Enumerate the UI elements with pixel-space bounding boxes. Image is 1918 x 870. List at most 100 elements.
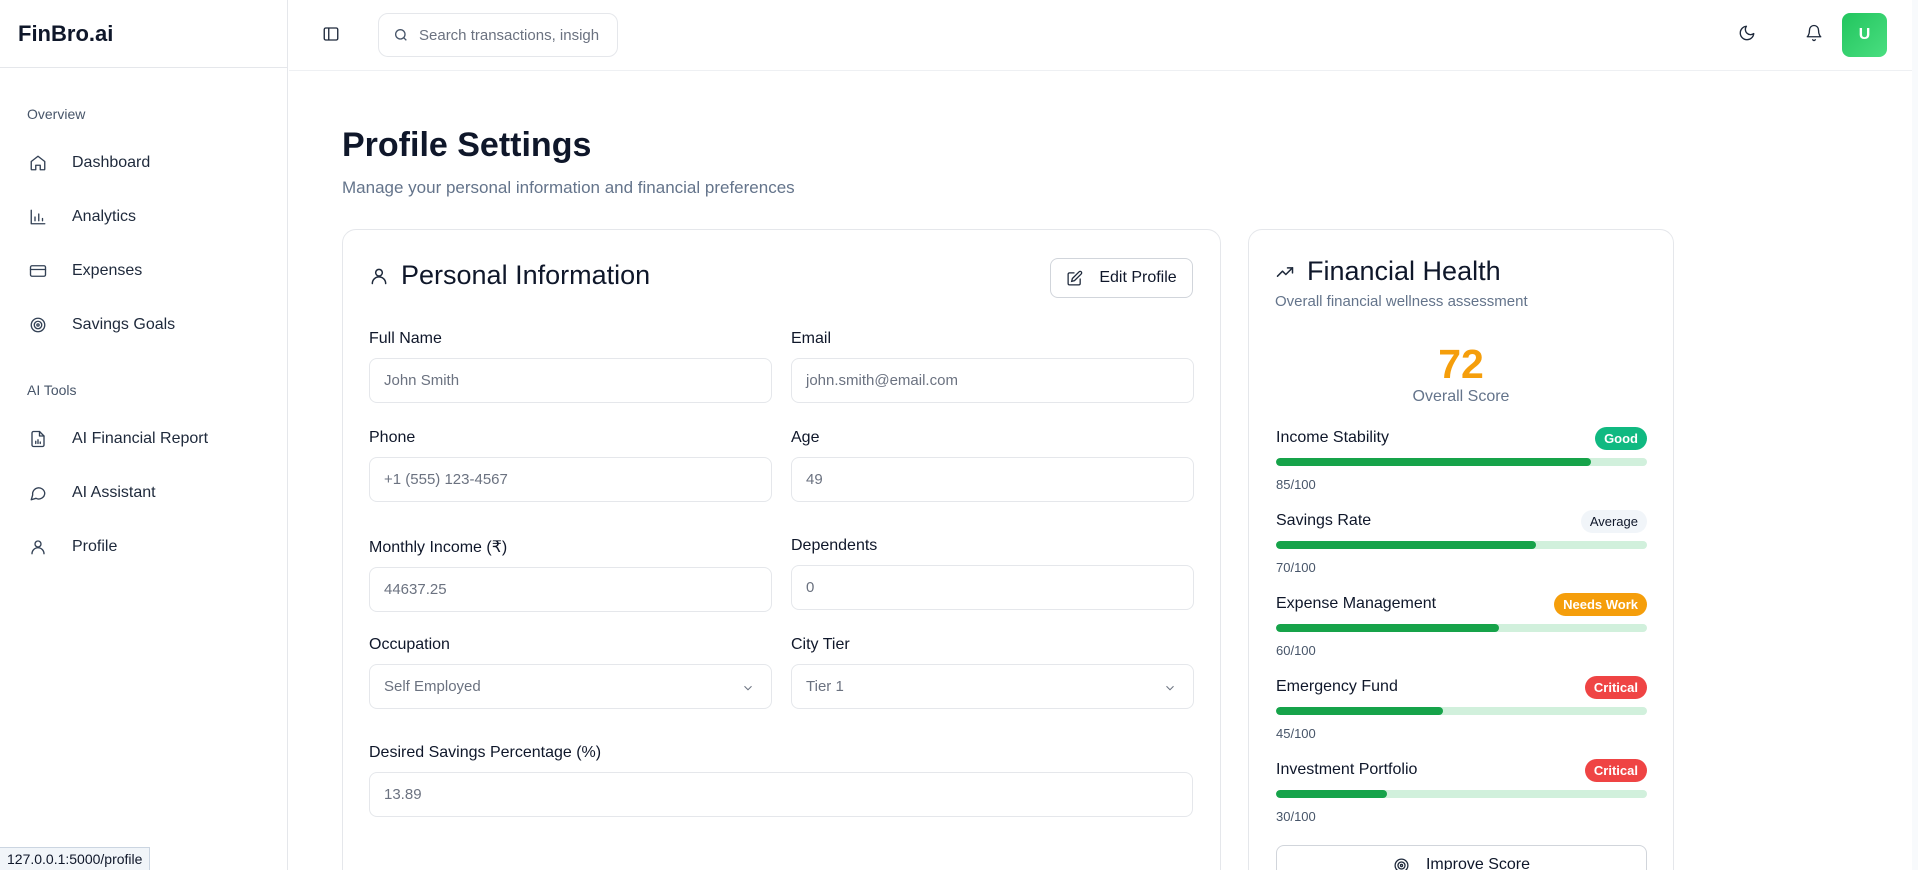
email-field: Email john.smith@email.com [791, 330, 1194, 403]
sidebar-item-label: Dashboard [72, 154, 151, 171]
progress-bar [1276, 541, 1647, 549]
file-chart-icon [28, 429, 48, 449]
metric-name: Income Stability [1276, 429, 1389, 446]
full-name-field: Full Name John Smith [369, 330, 772, 403]
credit-card-icon [28, 261, 48, 281]
progress-bar [1276, 790, 1647, 798]
chevron-down-icon [744, 685, 752, 691]
sidebar-item-savings-goals[interactable]: Savings Goals [0, 298, 287, 352]
occupation-value: Self Employed [384, 678, 481, 695]
status-badge: Good [1595, 426, 1647, 450]
metric-name: Savings Rate [1276, 512, 1372, 529]
dependents-field: Dependents 0 [791, 537, 1194, 610]
edit-profile-button[interactable]: Edit Profile [1050, 258, 1193, 298]
sidebar-item-ai-assistant[interactable]: AI Assistant [0, 466, 287, 520]
sidebar-item-expenses[interactable]: Expenses [0, 244, 287, 298]
user-icon [371, 268, 387, 284]
metric-income-stability: Income Stability Good 85/100 [1276, 426, 1647, 492]
age-field: Age 49 [791, 429, 1194, 502]
status-bar-url: 127.0.0.1:5000/profile [0, 847, 151, 870]
city-tier-label: City Tier [791, 636, 850, 653]
email-input[interactable]: john.smith@email.com [791, 358, 1194, 403]
phone-label: Phone [369, 429, 416, 446]
progress-fill [1276, 624, 1499, 632]
card-title: Personal Information [401, 260, 651, 290]
sidebar-item-label: Profile [72, 538, 118, 555]
city-tier-select[interactable]: Tier 1 [791, 664, 1194, 709]
age-label: Age [791, 429, 820, 446]
status-badge: Critical [1584, 675, 1647, 699]
progress-fill [1276, 541, 1536, 549]
edit-icon [1067, 270, 1083, 286]
sidebar-item-dashboard[interactable]: Dashboard [0, 136, 287, 190]
metric-value: 60/100 [1276, 643, 1316, 658]
moon-icon[interactable] [1738, 24, 1760, 46]
top-header: U [289, 0, 1918, 71]
progress-fill [1276, 458, 1592, 466]
sidebar: FinBro.ai Overview Dashboard Analytics E… [0, 0, 288, 870]
metric-name: Investment Portfolio [1276, 761, 1418, 778]
sidebar-item-profile[interactable]: Profile [0, 520, 287, 574]
sidebar-item-label: Expenses [72, 262, 143, 279]
progress-fill [1276, 707, 1443, 715]
search-icon [395, 29, 407, 41]
status-badge: Needs Work [1554, 592, 1647, 616]
overall-score-label: Overall Score [1412, 388, 1510, 405]
financial-health-heading: Financial Health [1275, 256, 1501, 287]
target-icon [1394, 857, 1409, 870]
nav-section-ai-tools: AI Tools [27, 382, 77, 398]
metric-investment-portfolio: Investment Portfolio Critical 30/100 [1276, 758, 1647, 824]
financial-health-card: Financial Health Overall financial welln… [1248, 229, 1674, 870]
target-icon [28, 315, 48, 335]
avatar[interactable]: U [1842, 13, 1887, 57]
sidebar-item-ai-financial-report[interactable]: AI Financial Report [0, 412, 287, 466]
metric-value: 85/100 [1276, 477, 1316, 492]
progress-bar [1276, 624, 1647, 632]
city-tier-field: City Tier Tier 1 [791, 636, 1194, 709]
trending-up-icon [1276, 266, 1294, 277]
age-input[interactable]: 49 [791, 457, 1194, 502]
metric-name: Expense Management [1276, 595, 1437, 612]
email-label: Email [791, 330, 832, 347]
status-badge: Critical [1584, 758, 1647, 782]
chat-bubble-icon [28, 483, 48, 503]
search-input[interactable] [419, 26, 599, 44]
bell-icon[interactable] [1805, 24, 1827, 46]
metric-expense-management: Expense Management Needs Work 60/100 [1276, 592, 1647, 658]
progress-fill [1276, 790, 1388, 798]
sidebar-toggle-icon[interactable] [322, 25, 342, 45]
home-icon [28, 153, 48, 173]
edit-profile-label: Edit Profile [1099, 269, 1177, 286]
sidebar-item-analytics[interactable]: Analytics [0, 190, 287, 244]
nav-section-overview: Overview [27, 106, 86, 122]
page-subtitle: Manage your personal information and fin… [342, 178, 795, 197]
sidebar-item-label: AI Financial Report [72, 430, 209, 447]
user-icon [28, 537, 48, 557]
personal-information-heading: Personal Information [369, 260, 650, 291]
search-box[interactable] [378, 13, 618, 57]
progress-bar [1276, 707, 1647, 715]
improve-score-button[interactable]: Improve Score [1276, 845, 1647, 870]
occupation-select[interactable]: Self Employed [369, 664, 772, 709]
page-scrollbar[interactable] [1912, 0, 1918, 870]
brand-logo[interactable]: FinBro.ai [0, 0, 287, 68]
monthly-income-input[interactable]: 44637.25 [369, 567, 772, 612]
card-title: Financial Health [1307, 256, 1501, 286]
sidebar-item-label: AI Assistant [72, 484, 156, 501]
improve-score-label: Improve Score [1425, 856, 1531, 870]
overall-score-value: 72 [1438, 341, 1484, 387]
metric-value: 70/100 [1276, 560, 1316, 575]
phone-input[interactable]: +1 (555) 123-4567 [369, 457, 772, 502]
savings-percentage-input[interactable]: 13.89 [369, 772, 1193, 817]
metric-value: 45/100 [1276, 726, 1316, 741]
bar-chart-icon [28, 207, 48, 227]
dependents-label: Dependents [791, 537, 878, 554]
occupation-field: Occupation Self Employed [369, 636, 772, 709]
full-name-input[interactable]: John Smith [369, 358, 772, 403]
occupation-label: Occupation [369, 636, 450, 653]
status-badge: Average [1580, 509, 1647, 533]
metric-savings-rate: Savings Rate Average 70/100 [1276, 509, 1647, 575]
dependents-input[interactable]: 0 [791, 565, 1194, 610]
phone-field: Phone +1 (555) 123-4567 [369, 429, 772, 502]
metric-value: 30/100 [1276, 809, 1316, 824]
